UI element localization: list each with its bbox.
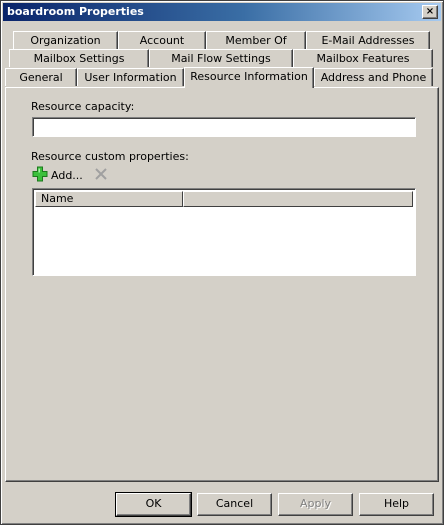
tab-account[interactable]: Account: [118, 31, 206, 49]
tab-member-of[interactable]: Member Of: [206, 31, 306, 49]
title-bar: boardroom Properties ×: [3, 3, 441, 21]
properties-dialog: boardroom Properties × Organization Acco…: [0, 0, 444, 525]
close-icon: ×: [425, 6, 435, 17]
help-button[interactable]: Help: [359, 493, 434, 516]
resource-custom-properties-label: Resource custom properties:: [31, 150, 189, 163]
tab-email-addresses[interactable]: E-Mail Addresses: [306, 31, 430, 49]
close-button[interactable]: ×: [422, 5, 438, 19]
resource-capacity-input[interactable]: [32, 117, 416, 137]
name-column-header[interactable]: Name: [35, 191, 183, 207]
custom-properties-list[interactable]: Name: [32, 188, 416, 276]
ok-button[interactable]: OK: [115, 492, 192, 517]
add-label: Add...: [51, 168, 83, 182]
window-title: boardroom Properties: [7, 5, 144, 18]
tab-general[interactable]: General: [5, 68, 77, 86]
tab-mail-flow-settings[interactable]: Mail Flow Settings: [149, 49, 293, 67]
remove-x-icon: [95, 167, 107, 183]
resource-information-panel: Resource capacity: Resource custom prope…: [5, 87, 439, 482]
tab-mailbox-settings[interactable]: Mailbox Settings: [9, 49, 149, 67]
tab-user-information[interactable]: User Information: [77, 68, 184, 86]
resource-capacity-label: Resource capacity:: [31, 100, 135, 113]
add-button[interactable]: Add...: [32, 166, 83, 184]
tab-resource-information[interactable]: Resource Information: [184, 67, 314, 88]
tab-organization[interactable]: Organization: [13, 31, 118, 49]
plus-icon: [32, 166, 48, 185]
tab-address-and-phone[interactable]: Address and Phone: [314, 68, 433, 86]
value-column-header[interactable]: [183, 191, 413, 207]
apply-button: Apply: [278, 493, 353, 516]
list-header: Name: [35, 191, 413, 207]
tab-mailbox-features[interactable]: Mailbox Features: [293, 49, 433, 67]
cancel-button[interactable]: Cancel: [197, 493, 272, 516]
remove-button[interactable]: [92, 166, 110, 184]
